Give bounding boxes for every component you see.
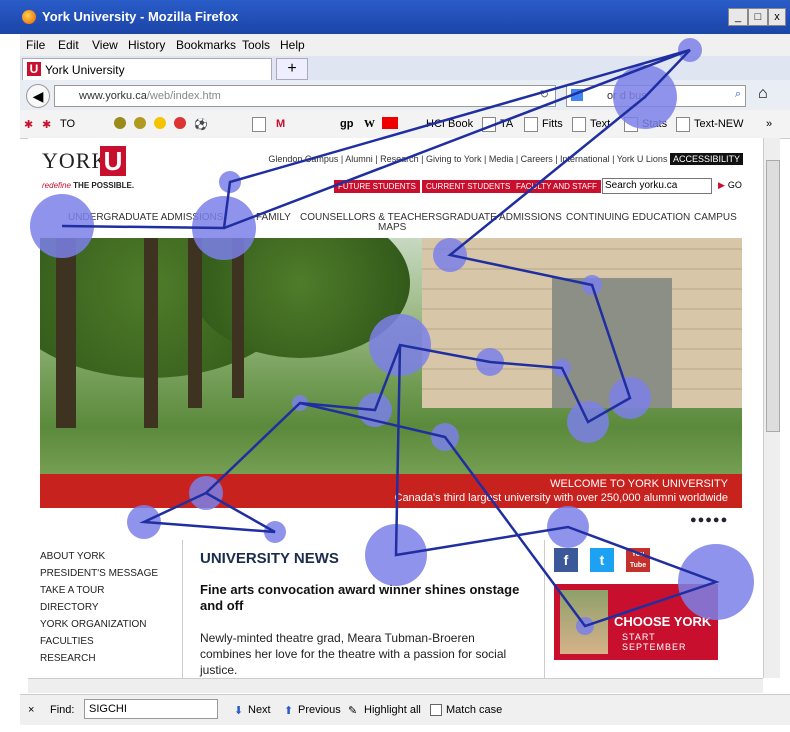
gaze-overlay xyxy=(30,38,754,635)
